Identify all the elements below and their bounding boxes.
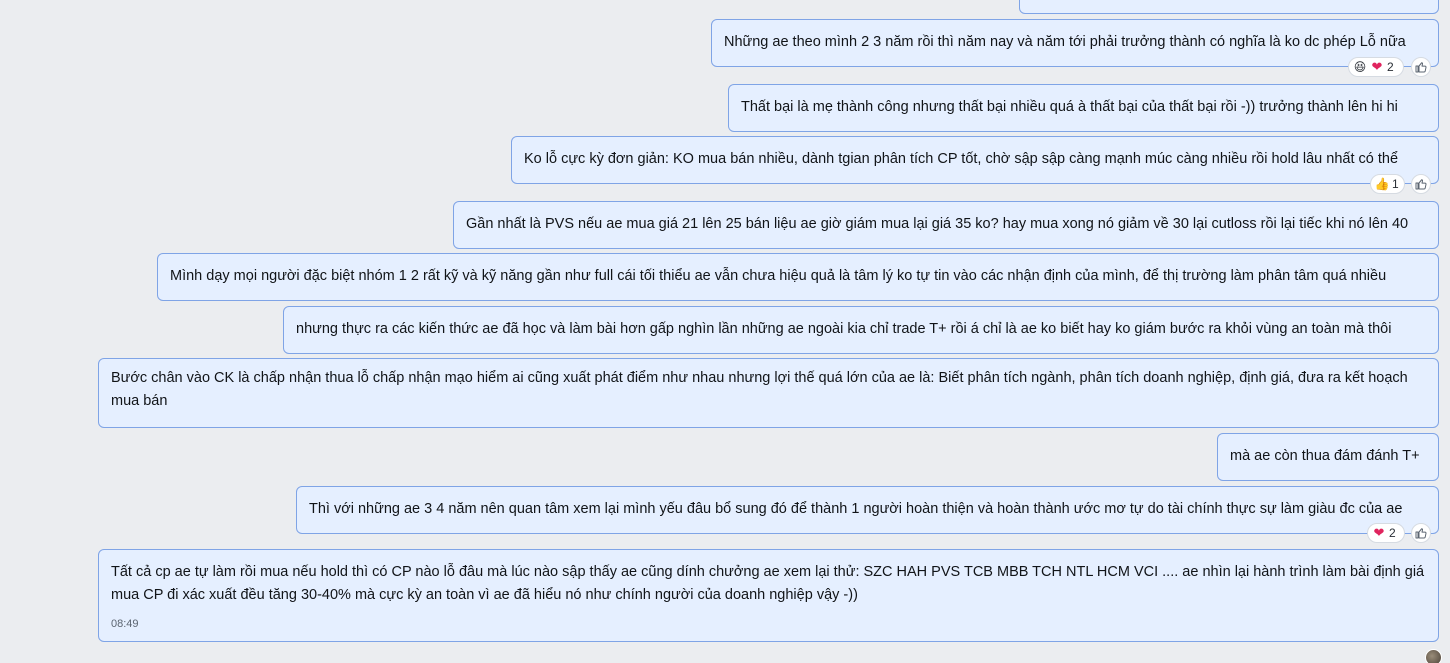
heart-icon: ❤	[1373, 525, 1385, 540]
like-button[interactable]	[1411, 57, 1431, 77]
message-bubble[interactable]: Mình dạy mọi người đặc biệt nhóm 1 2 rất…	[157, 253, 1439, 301]
message-text: Ko lỗ cực kỳ đơn giản: KO mua bán nhiều,…	[524, 151, 1399, 167]
message-bubble[interactable]: mà ae còn thua đám đánh T+	[1217, 433, 1439, 481]
message-text: Những ae theo mình 2 3 năm rồi thì năm n…	[724, 34, 1406, 50]
message-text: Mình dạy mọi người đặc biệt nhóm 1 2 rất…	[170, 268, 1387, 284]
message-bubble[interactable]: Ko lỗ cực kỳ đơn giản: KO mua bán nhiều,…	[511, 136, 1439, 184]
thumbs-up-outline-icon	[1415, 62, 1427, 73]
seen-avatar	[1425, 649, 1442, 663]
message-text: Gần nhất là PVS nếu ae mua giá 21 lên 25…	[466, 216, 1409, 232]
message-bubble[interactable]: Bước chân vào CK là chấp nhận thua lỗ ch…	[98, 358, 1439, 428]
message-text: Bước chân vào CK là chấp nhận thua lỗ ch…	[111, 370, 1408, 409]
message-bubble[interactable]: Những ae theo mình 2 3 năm rồi thì năm n…	[711, 19, 1439, 67]
like-button[interactable]	[1411, 523, 1431, 543]
message-text: Thất bại là mẹ thành công nhưng thất bại…	[741, 99, 1398, 115]
like-button[interactable]	[1411, 174, 1431, 194]
thumbs-up-emoji-icon: 👍	[1374, 177, 1390, 191]
message-bubble[interactable]: Gần nhất là PVS nếu ae mua giá 21 lên 25…	[453, 201, 1439, 249]
reaction-summary[interactable]: ❤ 2	[1367, 523, 1405, 543]
message-text: mà ae còn thua đám đánh T+	[1230, 448, 1420, 464]
message-bubble[interactable]: Tất cả cp ae tự làm rồi mua nếu hold thì…	[98, 549, 1439, 642]
reaction-summary[interactable]: 👍 1	[1370, 174, 1405, 194]
message-bubble[interactable]	[1019, 0, 1439, 14]
message-text: Tất cả cp ae tự làm rồi mua nếu hold thì…	[111, 564, 1425, 603]
reaction-summary[interactable]: 😆 ❤ 2	[1348, 57, 1404, 77]
reaction-count: 2	[1387, 60, 1394, 74]
message-bubble[interactable]: Thất bại là mẹ thành công nhưng thất bại…	[728, 84, 1439, 132]
message-text: nhưng thực ra các kiến thức ae đã học và…	[296, 321, 1392, 337]
message-text: Thì với những ae 3 4 năm nên quan tâm xe…	[309, 501, 1403, 517]
message-timestamp: 08:49	[111, 618, 139, 630]
message-bubble[interactable]: Thì với những ae 3 4 năm nên quan tâm xe…	[296, 486, 1439, 534]
heart-icon: ❤	[1371, 59, 1383, 74]
thumbs-up-outline-icon	[1415, 528, 1427, 539]
thumbs-up-outline-icon	[1415, 179, 1427, 190]
message-bubble[interactable]: nhưng thực ra các kiến thức ae đã học và…	[283, 306, 1439, 354]
reaction-count: 1	[1392, 177, 1399, 191]
reaction-count: 2	[1389, 526, 1396, 540]
laughing-emoji-icon: 😆	[1353, 60, 1367, 74]
chat-message-list[interactable]: Những ae theo mình 2 3 năm rồi thì năm n…	[0, 0, 1450, 663]
